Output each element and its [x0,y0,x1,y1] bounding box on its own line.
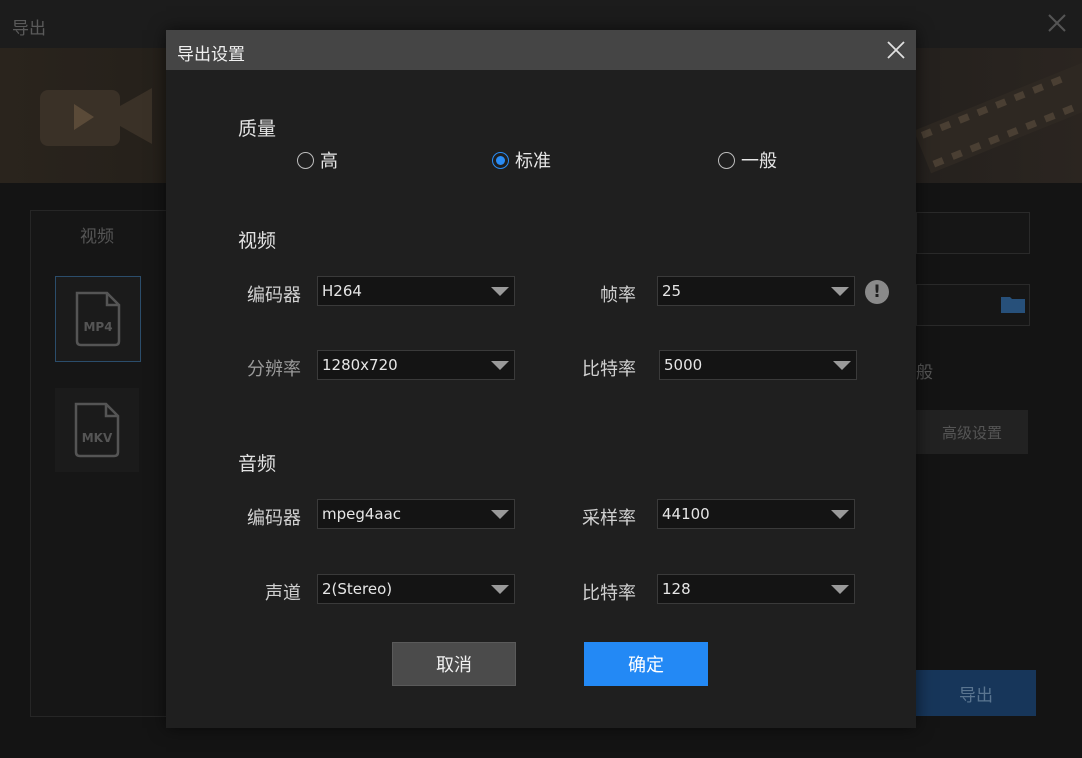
quality-general-partial: 般 [916,363,933,383]
audio-encoder-value: mpeg4aac [322,505,402,523]
folder-icon [1001,297,1025,313]
audio-channel-select[interactable]: 2(Stereo) [317,574,515,604]
audio-samplerate-value: 44100 [662,505,710,523]
video-resolution-label: 分辨率 [247,359,301,380]
export-button: 导出 [916,670,1036,716]
dropdown-arrow-icon [491,585,509,594]
mp4-label: MP4 [83,320,112,334]
dialog-titlebar: 导出设置 [166,30,916,70]
quality-radio-standard[interactable]: 标准 [492,147,551,173]
mkv-file-icon: MKV [74,402,120,458]
audio-bitrate-select[interactable]: 128 [657,574,855,604]
mkv-label: MKV [82,431,113,445]
quality-radio-normal[interactable]: 一般 [718,147,777,173]
quality-high-label: 高 [320,151,338,172]
tab-video: 视频 [80,227,114,247]
export-settings-dialog: 导出设置 质量 高 标准 一般 视频 编码器 H264 帧率 25 ! 分辨率 … [166,30,916,728]
video-camera-icon [40,88,152,146]
dropdown-arrow-icon [491,361,509,370]
format-mkv: MKV [55,388,139,472]
video-encoder-value: H264 [322,282,362,300]
video-encoder-label: 编码器 [247,285,301,306]
audio-section-title: 音频 [238,453,277,475]
cancel-button[interactable]: 取消 [392,642,516,686]
ok-button[interactable]: 确定 [584,642,708,686]
format-mp4: MP4 [55,276,141,362]
video-encoder-select[interactable]: H264 [317,276,515,306]
audio-bitrate-label: 比特率 [582,583,636,604]
filename-input [916,212,1030,254]
quality-radio-high[interactable]: 高 [297,147,338,173]
dropdown-arrow-icon [491,287,509,296]
dialog-title: 导出设置 [177,45,245,65]
export-window-title: 导出 [12,19,46,39]
video-bitrate-label: 比特率 [582,359,636,380]
dropdown-arrow-icon [831,510,849,519]
audio-encoder-select[interactable]: mpeg4aac [317,499,515,529]
audio-samplerate-label: 采样率 [582,508,636,529]
video-resolution-select[interactable]: 1280x720 [317,350,515,380]
video-framerate-label: 帧率 [600,285,636,306]
video-bitrate-select[interactable]: 5000 [659,350,857,380]
audio-encoder-label: 编码器 [247,508,301,529]
quality-section-title: 质量 [238,118,277,140]
video-framerate-select[interactable]: 25 [657,276,855,306]
radio-circle-icon [297,151,314,169]
dropdown-arrow-icon [831,287,849,296]
dropdown-arrow-icon [491,510,509,519]
audio-samplerate-select[interactable]: 44100 [657,499,855,529]
quality-normal-label: 一般 [741,151,777,172]
video-bitrate-value: 5000 [664,356,703,374]
close-icon [1048,14,1066,32]
audio-channel-value: 2(Stereo) [322,580,393,598]
close-icon[interactable] [884,38,908,62]
advanced-settings-button: 高级设置 [916,410,1028,454]
dropdown-arrow-icon [831,585,849,594]
audio-bitrate-value: 128 [662,580,691,598]
video-framerate-value: 25 [662,282,682,300]
radio-circle-icon [718,151,735,169]
quality-standard-label: 标准 [515,151,551,172]
warning-icon[interactable]: ! [865,280,889,304]
video-section-title: 视频 [238,230,277,252]
mp4-file-icon: MP4 [75,291,121,347]
video-resolution-value: 1280x720 [322,356,398,374]
audio-channel-label: 声道 [265,583,301,604]
film-strip-icon [916,58,1082,174]
radio-checked-icon [492,151,509,169]
dropdown-arrow-icon [833,361,851,370]
